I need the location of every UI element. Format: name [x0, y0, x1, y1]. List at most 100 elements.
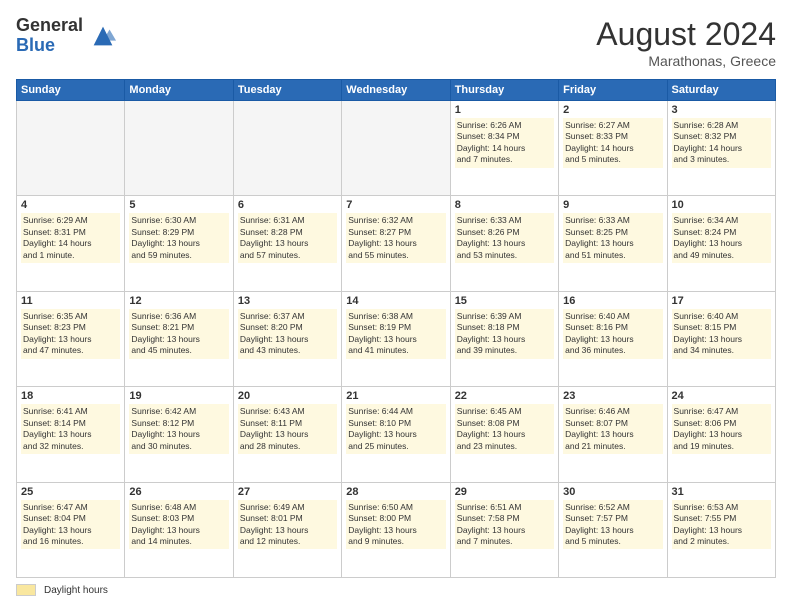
calendar-cell [233, 101, 341, 196]
calendar-header-row: Sunday Monday Tuesday Wednesday Thursday… [17, 80, 776, 101]
day-info: Sunrise: 6:35 AM Sunset: 8:23 PM Dayligh… [21, 309, 120, 359]
day-info: Sunrise: 6:27 AM Sunset: 8:33 PM Dayligh… [563, 118, 662, 168]
day-number: 13 [238, 295, 337, 307]
col-sunday: Sunday [17, 80, 125, 101]
day-number: 23 [563, 390, 662, 402]
col-tuesday: Tuesday [233, 80, 341, 101]
day-info: Sunrise: 6:34 AM Sunset: 8:24 PM Dayligh… [672, 213, 771, 263]
day-info: Sunrise: 6:43 AM Sunset: 8:11 PM Dayligh… [238, 404, 337, 454]
col-saturday: Saturday [667, 80, 775, 101]
logo-blue: Blue [16, 36, 83, 56]
day-info: Sunrise: 6:38 AM Sunset: 8:19 PM Dayligh… [346, 309, 445, 359]
calendar-cell: 4 Sunrise: 6:29 AM Sunset: 8:31 PM Daylig… [17, 196, 125, 291]
day-number: 1 [455, 104, 554, 116]
day-info: Sunrise: 6:26 AM Sunset: 8:34 PM Dayligh… [455, 118, 554, 168]
col-wednesday: Wednesday [342, 80, 450, 101]
calendar-cell [125, 101, 233, 196]
calendar-cell: 1 Sunrise: 6:26 AM Sunset: 8:34 PM Daylig… [450, 101, 558, 196]
calendar-cell [17, 101, 125, 196]
calendar-week-2: 4 Sunrise: 6:29 AM Sunset: 8:31 PM Daylig… [17, 196, 776, 291]
calendar-cell: 14Sunrise: 6:38 AM Sunset: 8:19 PM Dayli… [342, 291, 450, 386]
month-year: August 2024 [596, 16, 776, 53]
daylight-label: Daylight hours [44, 585, 108, 596]
day-info: Sunrise: 6:48 AM Sunset: 8:03 PM Dayligh… [129, 500, 228, 550]
day-info: Sunrise: 6:29 AM Sunset: 8:31 PM Dayligh… [21, 213, 120, 263]
day-number: 2 [563, 104, 662, 116]
day-number: 9 [563, 199, 662, 211]
day-number: 7 [346, 199, 445, 211]
calendar-week-3: 11 Sunrise: 6:35 AM Sunset: 8:23 PM Dayli… [17, 291, 776, 386]
day-number: 11 [21, 295, 120, 307]
day-number: 20 [238, 390, 337, 402]
day-number: 24 [672, 390, 771, 402]
calendar-cell: 10 Sunrise: 6:34 AM Sunset: 8:24 PM Dayli… [667, 196, 775, 291]
day-info: Sunrise: 6:30 AM Sunset: 8:29 PM Dayligh… [129, 213, 228, 263]
calendar-cell: 2 Sunrise: 6:27 AM Sunset: 8:33 PM Daylig… [559, 101, 667, 196]
calendar-cell: 31Sunrise: 6:53 AM Sunset: 7:55 PM Dayli… [667, 482, 775, 577]
day-info: Sunrise: 6:33 AM Sunset: 8:26 PM Dayligh… [455, 213, 554, 263]
logo-icon [89, 22, 117, 50]
day-info: Sunrise: 6:47 AM Sunset: 8:06 PM Dayligh… [672, 404, 771, 454]
calendar-cell: 21Sunrise: 6:44 AM Sunset: 8:10 PM Dayli… [342, 387, 450, 482]
calendar-cell: 9Sunrise: 6:33 AM Sunset: 8:25 PM Daylig… [559, 196, 667, 291]
calendar-cell: 5 Sunrise: 6:30 AM Sunset: 8:29 PM Daylig… [125, 196, 233, 291]
day-number: 19 [129, 390, 228, 402]
calendar-cell: 17Sunrise: 6:40 AM Sunset: 8:15 PM Dayli… [667, 291, 775, 386]
day-info: Sunrise: 6:47 AM Sunset: 8:04 PM Dayligh… [21, 500, 120, 550]
calendar-cell: 11 Sunrise: 6:35 AM Sunset: 8:23 PM Dayli… [17, 291, 125, 386]
day-number: 5 [129, 199, 228, 211]
calendar-cell: 6 Sunrise: 6:31 AM Sunset: 8:28 PM Daylig… [233, 196, 341, 291]
day-info: Sunrise: 6:39 AM Sunset: 8:18 PM Dayligh… [455, 309, 554, 359]
day-number: 27 [238, 486, 337, 498]
day-number: 22 [455, 390, 554, 402]
calendar-week-4: 18 Sunrise: 6:41 AM Sunset: 8:14 PM Dayli… [17, 387, 776, 482]
calendar-cell: 7Sunrise: 6:32 AM Sunset: 8:27 PM Daylig… [342, 196, 450, 291]
calendar-cell: 26 Sunrise: 6:48 AM Sunset: 8:03 PM Dayli… [125, 482, 233, 577]
day-info: Sunrise: 6:51 AM Sunset: 7:58 PM Dayligh… [455, 500, 554, 550]
calendar: Sunday Monday Tuesday Wednesday Thursday… [16, 79, 776, 578]
day-number: 18 [21, 390, 120, 402]
calendar-cell [342, 101, 450, 196]
day-number: 6 [238, 199, 337, 211]
calendar-cell: 27Sunrise: 6:49 AM Sunset: 8:01 PM Dayli… [233, 482, 341, 577]
day-info: Sunrise: 6:50 AM Sunset: 8:00 PM Dayligh… [346, 500, 445, 550]
calendar-cell: 22 Sunrise: 6:45 AM Sunset: 8:08 PM Dayli… [450, 387, 558, 482]
calendar-cell: 13 Sunrise: 6:37 AM Sunset: 8:20 PM Dayli… [233, 291, 341, 386]
day-number: 8 [455, 199, 554, 211]
day-info: Sunrise: 6:37 AM Sunset: 8:20 PM Dayligh… [238, 309, 337, 359]
calendar-cell: 19 Sunrise: 6:42 AM Sunset: 8:12 PM Dayli… [125, 387, 233, 482]
day-info: Sunrise: 6:31 AM Sunset: 8:28 PM Dayligh… [238, 213, 337, 263]
day-number: 30 [563, 486, 662, 498]
calendar-cell: 20 Sunrise: 6:43 AM Sunset: 8:11 PM Dayli… [233, 387, 341, 482]
title-block: August 2024 Marathonas, Greece [596, 16, 776, 69]
day-info: Sunrise: 6:42 AM Sunset: 8:12 PM Dayligh… [129, 404, 228, 454]
calendar-cell: 29 Sunrise: 6:51 AM Sunset: 7:58 PM Dayli… [450, 482, 558, 577]
day-number: 12 [129, 295, 228, 307]
day-info: Sunrise: 6:46 AM Sunset: 8:07 PM Dayligh… [563, 404, 662, 454]
col-friday: Friday [559, 80, 667, 101]
day-number: 31 [672, 486, 771, 498]
calendar-week-5: 25 Sunrise: 6:47 AM Sunset: 8:04 PM Dayli… [17, 482, 776, 577]
logo-text: General Blue [16, 16, 83, 56]
day-number: 3 [672, 104, 771, 116]
day-number: 4 [21, 199, 120, 211]
calendar-cell: 16 Sunrise: 6:40 AM Sunset: 8:16 PM Dayli… [559, 291, 667, 386]
day-number: 16 [563, 295, 662, 307]
day-number: 29 [455, 486, 554, 498]
day-info: Sunrise: 6:41 AM Sunset: 8:14 PM Dayligh… [21, 404, 120, 454]
footer-bar: Daylight hours [16, 584, 776, 596]
day-number: 25 [21, 486, 120, 498]
calendar-cell: 28 Sunrise: 6:50 AM Sunset: 8:00 PM Dayli… [342, 482, 450, 577]
logo: General Blue [16, 16, 117, 56]
day-info: Sunrise: 6:45 AM Sunset: 8:08 PM Dayligh… [455, 404, 554, 454]
day-number: 21 [346, 390, 445, 402]
header: General Blue August 2024 Marathonas, Gre… [16, 16, 776, 69]
day-info: Sunrise: 6:36 AM Sunset: 8:21 PM Dayligh… [129, 309, 228, 359]
day-info: Sunrise: 6:40 AM Sunset: 8:16 PM Dayligh… [563, 309, 662, 359]
logo-general: General [16, 16, 83, 36]
day-number: 28 [346, 486, 445, 498]
day-number: 10 [672, 199, 771, 211]
day-number: 26 [129, 486, 228, 498]
calendar-cell: 23 Sunrise: 6:46 AM Sunset: 8:07 PM Dayli… [559, 387, 667, 482]
day-info: Sunrise: 6:40 AM Sunset: 8:15 PM Dayligh… [672, 309, 771, 359]
